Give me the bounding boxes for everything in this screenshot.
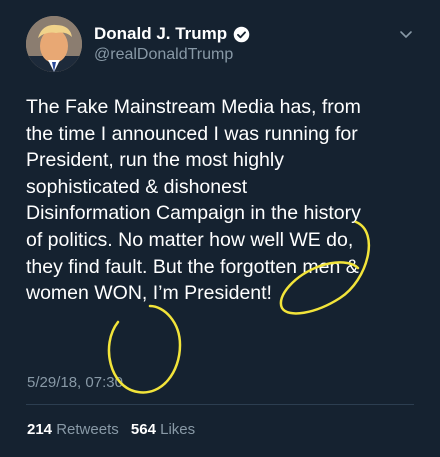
retweets-stat[interactable]: 214 Retweets: [27, 421, 119, 438]
avatar[interactable]: [26, 16, 82, 72]
user-name[interactable]: Donald J. Trump: [94, 24, 227, 44]
tweet-text: The Fake Mainstream Media has, from the …: [26, 96, 361, 305]
retweets-count: 214: [27, 421, 53, 438]
user-handle[interactable]: @realDonaldTrump: [94, 46, 233, 64]
retweets-label: Retweets: [56, 421, 119, 438]
chevron-down-icon[interactable]: [398, 26, 414, 42]
tweet-stats: 214 Retweets 564 Likes: [27, 421, 195, 438]
likes-count: 564: [130, 421, 156, 438]
verified-badge-icon: [233, 26, 250, 42]
tweet-timestamp[interactable]: 5/29/18, 07:30: [27, 374, 123, 391]
profile-photo: [26, 16, 82, 72]
likes-label: Likes: [160, 421, 196, 438]
likes-stat[interactable]: 564 Likes: [131, 421, 195, 438]
divider: [26, 404, 414, 405]
user-name-row: Donald J. Trump: [94, 24, 250, 44]
